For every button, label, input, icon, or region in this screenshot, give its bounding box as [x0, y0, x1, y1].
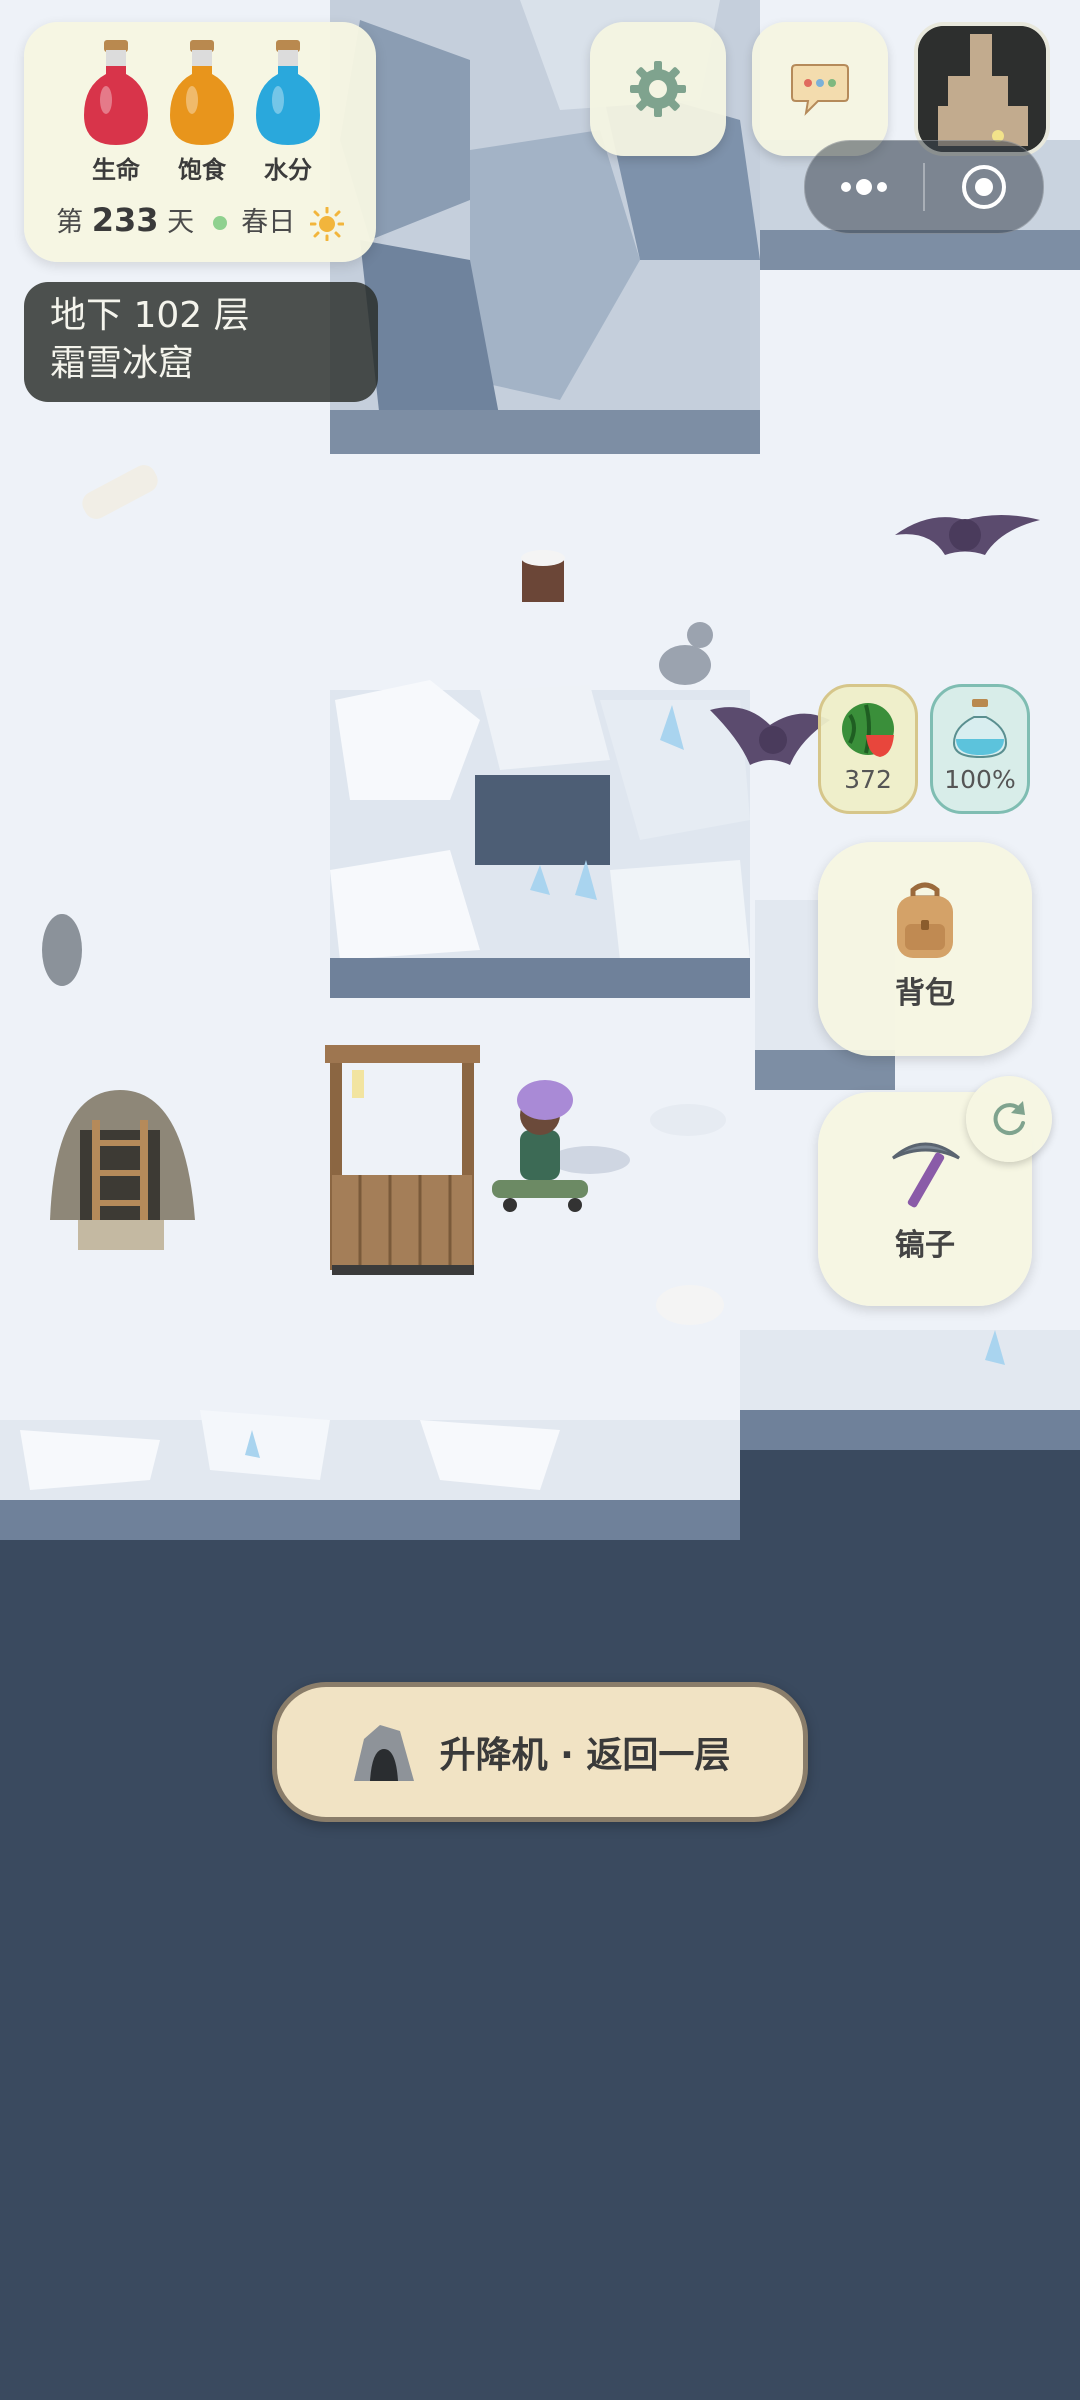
water-level: 100% — [944, 765, 1016, 794]
more-menu-button[interactable] — [805, 141, 923, 233]
backpack-label: 背包 — [895, 976, 955, 1011]
area-name: 霜雪冰窟 — [50, 343, 195, 384]
water-label: 水分 — [264, 156, 312, 184]
sun-icon — [309, 206, 345, 241]
day-number: 233 — [91, 201, 159, 239]
stone-statue — [42, 914, 82, 986]
backpack-button[interactable]: 背包 — [818, 842, 1032, 1056]
swap-tool-button[interactable] — [966, 1076, 1052, 1162]
chat-button[interactable] — [752, 22, 888, 156]
day-suffix: 天 — [167, 207, 195, 238]
cave-icon — [353, 1725, 414, 1781]
white-rock — [650, 1104, 726, 1136]
season-label: 春日 — [241, 207, 296, 238]
season-dot-icon — [212, 215, 227, 230]
gear-icon — [630, 61, 686, 117]
more-dots-icon — [841, 179, 887, 195]
minimap[interactable] — [914, 22, 1050, 156]
floor-label: 地下 102 层 — [50, 295, 250, 336]
elevator-label: 升降机 · 返回一层 — [439, 1735, 731, 1776]
elevator-return-button[interactable]: 升降机 · 返回一层 — [272, 1682, 808, 1822]
water-flask-icon — [952, 699, 1008, 759]
water-stat: 水分 — [238, 40, 338, 227]
watermelon-item[interactable]: 372 — [818, 684, 918, 814]
refresh-icon — [993, 1101, 1025, 1136]
health-stat: 生命 — [66, 40, 166, 227]
target-close-icon — [962, 165, 1006, 209]
water-bottle-item[interactable]: 100% — [930, 684, 1030, 814]
watermelon-count: 372 — [844, 765, 892, 794]
health-label: 生命 — [92, 156, 140, 184]
chat-bubble-icon — [791, 64, 849, 116]
pickaxe-icon — [892, 1142, 960, 1208]
location-card: 地下 102 层 霜雪冰窟 — [24, 282, 378, 402]
day-indicator: 第 233 天 春日 — [24, 200, 376, 241]
day-prefix: 第 — [56, 207, 84, 238]
backpack-icon — [897, 882, 953, 958]
hunger-stat: 饱食 — [152, 40, 252, 227]
pickaxe-label: 镐子 — [895, 1228, 955, 1263]
minimap-icon — [918, 26, 1046, 152]
snow-fox — [656, 1285, 724, 1325]
mini-program-capsule — [804, 140, 1044, 234]
watermelon-icon — [842, 703, 894, 757]
tree-stump — [521, 550, 565, 602]
close-mini-program-button[interactable] — [925, 141, 1043, 233]
status-panel: 生命 饱食 水分 第 233 天 春日 — [24, 22, 376, 262]
hunger-label: 饱食 — [178, 156, 226, 184]
settings-button[interactable] — [590, 22, 726, 156]
